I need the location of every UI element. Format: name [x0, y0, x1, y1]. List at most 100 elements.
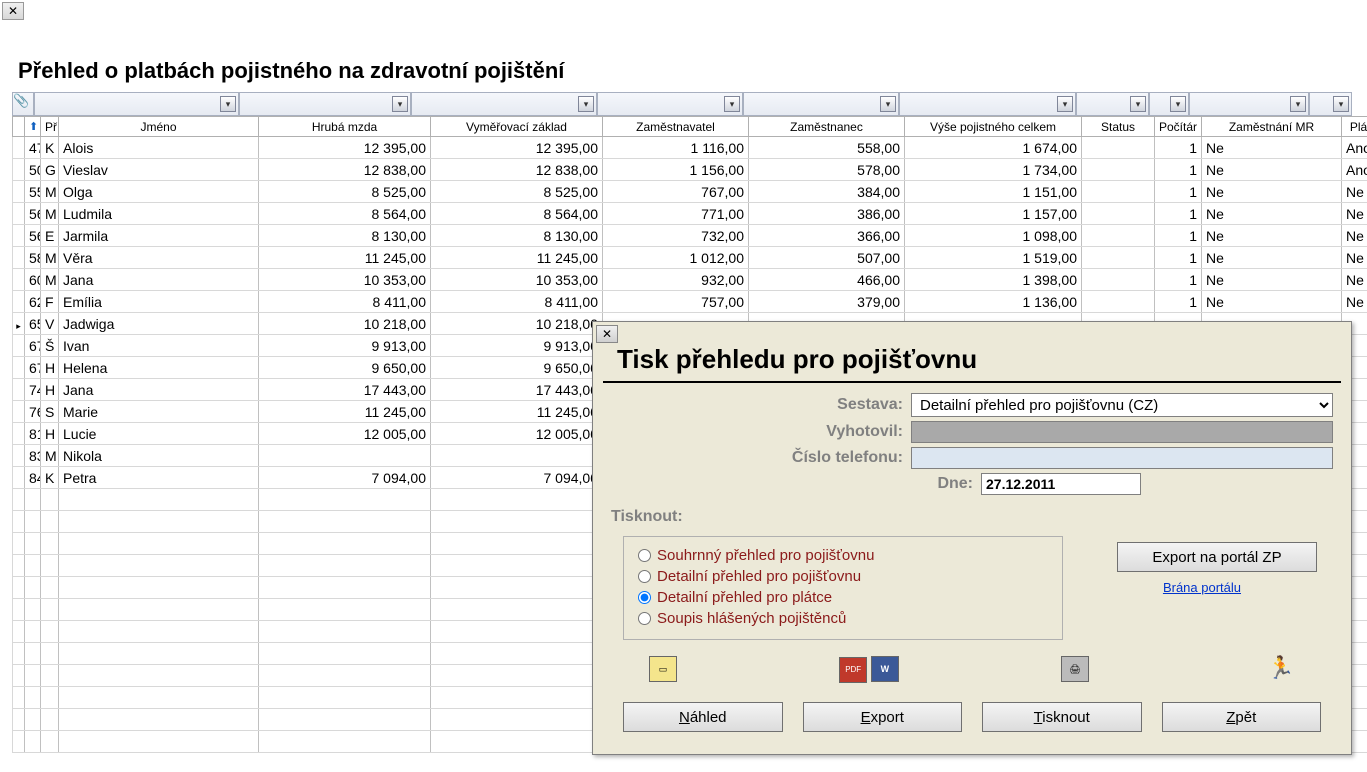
sestava-select[interactable]: Detailní přehled pro pojišťovnu (CZ) — [911, 393, 1333, 417]
row-marker — [13, 313, 25, 335]
col-rowmark[interactable] — [13, 117, 25, 137]
table-row[interactable]: 50GVieslav12 838,0012 838,001 156,00578,… — [13, 159, 1367, 181]
chevron-down-icon[interactable]: ▾ — [1057, 96, 1073, 112]
cell-zec: 386,00 — [749, 203, 905, 225]
cell-zec: 466,00 — [749, 269, 905, 291]
preview-icon[interactable]: ▭ — [649, 656, 677, 682]
cell-zvat: 771,00 — [603, 203, 749, 225]
table-row[interactable]: 47KAlois12 395,0012 395,001 116,00558,00… — [13, 137, 1367, 159]
cell-vymer: 12 838,00 — [431, 159, 603, 181]
exit-icon[interactable]: 🏃 — [1267, 656, 1295, 682]
radio-option[interactable]: Detailní přehled pro pojišťovnu — [638, 566, 1048, 587]
cell-pr: E — [41, 225, 59, 247]
table-row[interactable]: 60MJana10 353,0010 353,00932,00466,001 3… — [13, 269, 1367, 291]
radio-input[interactable] — [638, 591, 651, 604]
cell-vyse: 1 151,00 — [905, 181, 1082, 203]
col-pr[interactable]: Př — [41, 117, 59, 137]
filter-cell-8[interactable]: ▾ — [1149, 92, 1189, 116]
cell-vymer: 7 094,00 — [431, 467, 603, 489]
col-zamestnavatel[interactable]: Zaměstnavatel — [603, 117, 749, 137]
row-marker — [13, 181, 25, 203]
filter-cell-5[interactable]: ▾ — [743, 92, 899, 116]
cell-pr: M — [41, 181, 59, 203]
cell-pr: K — [41, 137, 59, 159]
cell-pr: H — [41, 423, 59, 445]
table-row[interactable]: 58MVěra11 245,0011 245,001 012,00507,001… — [13, 247, 1367, 269]
table-row[interactable]: 56EJarmila8 130,008 130,00732,00366,001 … — [13, 225, 1367, 247]
chevron-down-icon[interactable]: ▾ — [392, 96, 408, 112]
radio-input[interactable] — [638, 549, 651, 562]
cell-vymer: 12 005,00 — [431, 423, 603, 445]
cell-id: 58 — [25, 247, 41, 269]
print-dialog: ✕ Tisk přehledu pro pojišťovnu Sestava: … — [592, 321, 1352, 755]
vyhotovil-input[interactable] — [911, 421, 1333, 443]
cell-poc: 1 — [1155, 159, 1202, 181]
radio-input[interactable] — [638, 612, 651, 625]
cell-hruba: 17 443,00 — [259, 379, 431, 401]
col-status[interactable]: Status — [1082, 117, 1155, 137]
cell-status — [1082, 137, 1155, 159]
filter-cell-9[interactable]: ▾ — [1189, 92, 1309, 116]
radio-option[interactable]: Souhrnný přehled pro pojišťovnu — [638, 545, 1048, 566]
filter-cell-7[interactable]: ▾ — [1076, 92, 1149, 116]
col-jmeno[interactable]: Jméno — [59, 117, 259, 137]
filter-cell-3[interactable]: ▾ — [411, 92, 597, 116]
col-zamestnani[interactable]: Zaměstnání MR — [1202, 117, 1342, 137]
tisknout-button[interactable]: Tisknout — [982, 702, 1142, 732]
cell-id: 76 — [25, 401, 41, 423]
radio-input[interactable] — [638, 570, 651, 583]
radio-label: Detailní přehled pro plátce — [657, 589, 832, 606]
cell-vyse: 1 519,00 — [905, 247, 1082, 269]
label-telefon: Číslo telefonu: — [611, 449, 911, 467]
dialog-close-button[interactable]: ✕ — [596, 325, 618, 343]
table-row[interactable]: 62FEmília8 411,008 411,00757,00379,001 1… — [13, 291, 1367, 313]
table-row[interactable]: 55MOlga8 525,008 525,00767,00384,001 151… — [13, 181, 1367, 203]
zpet-button[interactable]: Zpět — [1162, 702, 1322, 732]
chevron-down-icon[interactable]: ▾ — [724, 96, 740, 112]
nahled-button[interactable]: Náhled — [623, 702, 783, 732]
table-row[interactable]: 56MLudmila8 564,008 564,00771,00386,001 … — [13, 203, 1367, 225]
dne-input[interactable] — [981, 473, 1141, 495]
pdf-icon[interactable]: PDF — [839, 657, 867, 683]
chevron-down-icon[interactable]: ▾ — [578, 96, 594, 112]
col-hruba[interactable]: Hrubá mzda — [259, 117, 431, 137]
cell-id: 62 — [25, 291, 41, 313]
row-marker — [13, 379, 25, 401]
filter-cell-2[interactable]: ▾ — [239, 92, 411, 116]
telefon-input[interactable] — [911, 447, 1333, 469]
filter-cell-4[interactable]: ▾ — [597, 92, 743, 116]
radio-option[interactable]: Soupis hlášených pojištěnců — [638, 608, 1048, 629]
filter-cell-attach[interactable]: 📎 — [12, 92, 34, 116]
cell-zmr: Ne — [1202, 203, 1342, 225]
col-sort[interactable]: ⬆ — [25, 117, 41, 137]
cell-zmr: Ne — [1202, 159, 1342, 181]
chevron-down-icon[interactable]: ▾ — [220, 96, 236, 112]
dialog-title: Tisk přehledu pro pojišťovnu — [603, 322, 1341, 383]
cell-zvat: 767,00 — [603, 181, 749, 203]
chevron-down-icon[interactable]: ▾ — [1170, 96, 1186, 112]
col-zamestnanec[interactable]: Zaměstnanec — [749, 117, 905, 137]
filter-cell-10[interactable]: ▾ — [1309, 92, 1352, 116]
cell-hruba: 12 395,00 — [259, 137, 431, 159]
cell-zvat: 1 116,00 — [603, 137, 749, 159]
row-marker — [13, 467, 25, 489]
printer-icon[interactable]: 🖨 — [1061, 656, 1089, 682]
chevron-down-icon[interactable]: ▾ — [1290, 96, 1306, 112]
export-portal-button[interactable]: Export na portál ZP — [1117, 542, 1317, 572]
filter-cell-6[interactable]: ▾ — [899, 92, 1076, 116]
col-platce[interactable]: Plátce — [1342, 117, 1367, 137]
filter-bar: 📎 ▾ ▾ ▾ ▾ ▾ ▾ ▾ ▾ ▾ ▾ — [12, 92, 1355, 116]
col-vymer[interactable]: Vyměřovací základ — [431, 117, 603, 137]
chevron-down-icon[interactable]: ▾ — [880, 96, 896, 112]
portal-link[interactable]: Brána portálu — [1163, 580, 1241, 595]
word-icon[interactable]: W — [871, 656, 899, 682]
col-pocitar[interactable]: Počítár — [1155, 117, 1202, 137]
radio-option[interactable]: Detailní přehled pro plátce — [638, 587, 1048, 608]
window-close-button[interactable]: ✕ — [2, 2, 24, 20]
chevron-down-icon[interactable]: ▾ — [1130, 96, 1146, 112]
col-vyse[interactable]: Výše pojistného celkem — [905, 117, 1082, 137]
chevron-down-icon[interactable]: ▾ — [1333, 96, 1349, 112]
export-button[interactable]: Export — [803, 702, 963, 732]
filter-cell-1[interactable]: ▾ — [34, 92, 239, 116]
cell-status — [1082, 203, 1155, 225]
